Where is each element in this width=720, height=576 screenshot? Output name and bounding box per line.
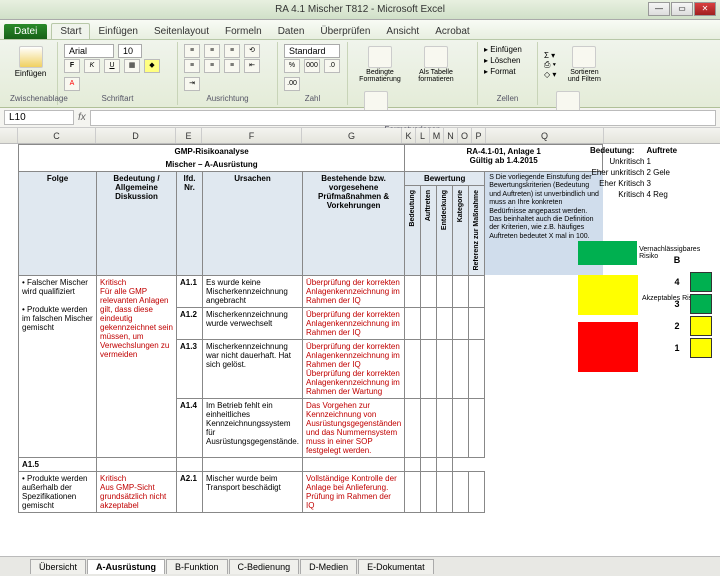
border-button[interactable]: ▦ xyxy=(124,59,140,73)
ribbon-tabstrip: Datei Start Einfügen Seitenlayout Formel… xyxy=(0,20,720,40)
column-headers[interactable]: C D E F G K L M N O P Q xyxy=(0,128,720,144)
paste-button[interactable]: Einfügen xyxy=(10,44,51,80)
underline-button[interactable]: U xyxy=(104,59,120,73)
sheet-tabs: Übersicht A-Ausrüstung B-Funktion C-Bedi… xyxy=(0,556,720,576)
risk-matrix: B 4 3 2 1 xyxy=(664,248,714,360)
col-folge: Folge xyxy=(19,172,97,276)
formula-input[interactable] xyxy=(90,110,716,126)
tab-start[interactable]: Start xyxy=(51,23,90,39)
col-nr: lfd. Nr. xyxy=(177,172,203,276)
worksheet-grid: C D E F G K L M N O P Q GMP-Risikoanalys… xyxy=(0,128,720,556)
file-tab[interactable]: Datei xyxy=(4,24,47,39)
minimize-button[interactable]: — xyxy=(648,2,670,16)
italic-button[interactable]: K xyxy=(84,59,100,73)
align-left-button[interactable]: ≡ xyxy=(184,59,200,73)
fill-color-button[interactable]: ◆ xyxy=(144,59,160,73)
align-center-button[interactable]: ≡ xyxy=(204,59,220,73)
risk-green xyxy=(578,241,637,265)
col-mass: Bestehende bzw. vorgesehene Prüfmaßnahme… xyxy=(303,172,405,276)
sort-icon xyxy=(572,46,596,68)
group-clipboard-label: Zwischenablage xyxy=(10,94,51,103)
bold-button[interactable]: F xyxy=(64,59,80,73)
dec-inc-button[interactable]: .0 xyxy=(324,59,340,73)
risk-yellow xyxy=(578,275,638,315)
comma-button[interactable]: 000 xyxy=(304,59,320,73)
tab-view[interactable]: Ansicht xyxy=(378,24,427,39)
tab-formulas[interactable]: Formeln xyxy=(217,24,270,39)
cond-format-button[interactable]: Bedingte Formatierung xyxy=(354,44,406,85)
table-row[interactable]: A1.5 xyxy=(19,457,603,471)
name-box[interactable]: L10 xyxy=(4,110,74,125)
sheet-tab[interactable]: D-Medien xyxy=(300,559,357,574)
group-number-label: Zahl xyxy=(284,94,341,103)
table-row[interactable]: • Produkte werden außerhalb der Spezifik… xyxy=(19,471,603,512)
tab-pagelayout[interactable]: Seitenlayout xyxy=(146,24,217,39)
delete-cells-button[interactable]: ▸ Löschen xyxy=(484,55,531,66)
window-title: RA 4.1 Mischer T812 - Microsoft Excel xyxy=(275,4,445,15)
tab-data[interactable]: Daten xyxy=(270,24,313,39)
sheet-tab[interactable]: E-Dokumentat xyxy=(358,559,434,574)
select-all-corner[interactable] xyxy=(0,128,18,143)
col-ursachen: Ursachen xyxy=(203,172,303,276)
number-format-select[interactable]: Standard xyxy=(284,44,340,58)
align-bottom-button[interactable]: ≡ xyxy=(224,44,240,58)
insert-cells-button[interactable]: ▸ Einfügen xyxy=(484,44,531,55)
maximize-button[interactable]: ▭ xyxy=(671,2,693,16)
font-size-select[interactable]: 10 xyxy=(118,44,142,58)
sheet-tab[interactable]: B-Funktion xyxy=(166,559,228,574)
cond-format-icon xyxy=(368,46,392,68)
font-color-button[interactable]: A xyxy=(64,77,80,91)
close-button[interactable]: ✕ xyxy=(694,2,716,16)
orientation-button[interactable]: ⟲ xyxy=(244,44,260,58)
sheet-tab[interactable]: Übersicht xyxy=(30,559,86,574)
dec-dec-button[interactable]: .00 xyxy=(284,77,300,91)
indent-inc-button[interactable]: ⇥ xyxy=(184,77,200,91)
tab-insert[interactable]: Einfügen xyxy=(90,24,145,39)
fx-icon[interactable]: fx xyxy=(78,112,86,123)
align-right-button[interactable]: ≡ xyxy=(224,59,240,73)
group-align-label: Ausrichtung xyxy=(184,94,271,103)
doc-title: GMP-Risikoanalyse xyxy=(174,147,248,156)
title-bar: RA 4.1 Mischer T812 - Microsoft Excel — … xyxy=(0,0,720,20)
formula-bar: L10 fx xyxy=(0,108,720,128)
group-cells-label: Zellen xyxy=(484,94,531,103)
col-bedeutung: Bedeutung / Allgemeine Diskussion xyxy=(97,172,177,276)
ribbon: Einfügen Zwischenablage Arial 10 F K U ▦… xyxy=(0,40,720,108)
sheet-tab[interactable]: C-Bedienung xyxy=(229,559,300,574)
sort-filter-button[interactable]: Sortieren und Filtern xyxy=(560,44,608,85)
format-table-button[interactable]: Als Tabelle formatieren xyxy=(410,44,462,85)
tab-review[interactable]: Überprüfen xyxy=(312,24,378,39)
indent-dec-button[interactable]: ⇤ xyxy=(244,59,260,73)
table-icon xyxy=(424,46,448,68)
align-top-button[interactable]: ≡ xyxy=(184,44,200,58)
currency-button[interactable]: % xyxy=(284,59,300,73)
sheet-tab-active[interactable]: A-Ausrüstung xyxy=(87,559,165,574)
tab-acrobat[interactable]: Acrobat xyxy=(427,24,477,39)
clipboard-icon xyxy=(19,46,43,68)
risk-red xyxy=(578,322,638,372)
group-font-label: Schriftart xyxy=(64,94,171,103)
align-middle-button[interactable]: ≡ xyxy=(204,44,220,58)
format-cells-button[interactable]: ▸ Format xyxy=(484,66,531,77)
font-name-select[interactable]: Arial xyxy=(64,44,114,58)
